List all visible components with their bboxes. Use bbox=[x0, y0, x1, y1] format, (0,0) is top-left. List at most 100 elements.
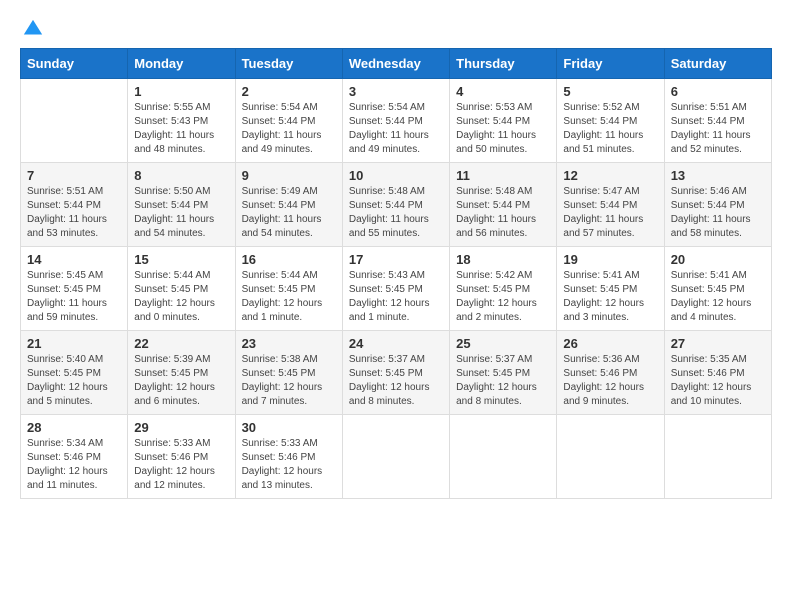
day-number: 2 bbox=[242, 84, 336, 99]
day-number: 7 bbox=[27, 168, 121, 183]
calendar-cell bbox=[557, 415, 664, 499]
calendar-cell: 15 Sunrise: 5:44 AMSunset: 5:45 PMDayligh… bbox=[128, 247, 235, 331]
day-detail: Sunrise: 5:54 AMSunset: 5:44 PMDaylight:… bbox=[349, 101, 443, 157]
logo-icon bbox=[22, 18, 44, 40]
day-detail: Sunrise: 5:42 AMSunset: 5:45 PMDaylight:… bbox=[456, 269, 550, 325]
day-number: 18 bbox=[456, 252, 550, 267]
weekday-header-saturday: Saturday bbox=[664, 49, 771, 79]
day-detail: Sunrise: 5:44 AMSunset: 5:45 PMDaylight:… bbox=[134, 269, 228, 325]
calendar-cell: 19 Sunrise: 5:41 AMSunset: 5:45 PMDayligh… bbox=[557, 247, 664, 331]
calendar-cell: 18 Sunrise: 5:42 AMSunset: 5:45 PMDayligh… bbox=[450, 247, 557, 331]
week-row-1: 1 Sunrise: 5:55 AMSunset: 5:43 PMDaylight… bbox=[21, 79, 772, 163]
day-number: 19 bbox=[563, 252, 657, 267]
calendar-cell: 3 Sunrise: 5:54 AMSunset: 5:44 PMDaylight… bbox=[342, 79, 449, 163]
calendar-cell bbox=[664, 415, 771, 499]
day-detail: Sunrise: 5:39 AMSunset: 5:45 PMDaylight:… bbox=[134, 353, 228, 409]
week-row-5: 28Sunrise: 5:34 AMSunset: 5:46 PMDayligh… bbox=[21, 415, 772, 499]
day-number: 16 bbox=[242, 252, 336, 267]
day-number: 3 bbox=[349, 84, 443, 99]
day-number: 10 bbox=[349, 168, 443, 183]
day-number: 25 bbox=[456, 336, 550, 351]
day-number: 17 bbox=[349, 252, 443, 267]
day-number: 26 bbox=[563, 336, 657, 351]
weekday-header-thursday: Thursday bbox=[450, 49, 557, 79]
calendar-cell bbox=[450, 415, 557, 499]
calendar-cell: 14 Sunrise: 5:45 AMSunset: 5:45 PMDayligh… bbox=[21, 247, 128, 331]
day-number: 6 bbox=[671, 84, 765, 99]
day-detail: Sunrise: 5:48 AMSunset: 5:44 PMDaylight:… bbox=[456, 185, 550, 241]
day-detail: Sunrise: 5:45 AMSunset: 5:45 PMDaylight:… bbox=[27, 269, 121, 325]
day-detail: Sunrise: 5:33 AMSunset: 5:46 PMDaylight:… bbox=[242, 437, 336, 493]
calendar-cell: 29 Sunrise: 5:33 AMSunset: 5:46 PMDayligh… bbox=[128, 415, 235, 499]
day-number: 8 bbox=[134, 168, 228, 183]
day-detail: Sunrise: 5:52 AMSunset: 5:44 PMDaylight:… bbox=[563, 101, 657, 157]
calendar-cell: 21 Sunrise: 5:40 AMSunset: 5:45 PMDayligh… bbox=[21, 331, 128, 415]
calendar-cell: 5Sunrise: 5:52 AMSunset: 5:44 PMDaylight… bbox=[557, 79, 664, 163]
calendar-cell: 17 Sunrise: 5:43 AMSunset: 5:45 PMDayligh… bbox=[342, 247, 449, 331]
calendar-cell: 4Sunrise: 5:53 AMSunset: 5:44 PMDaylight… bbox=[450, 79, 557, 163]
day-detail: Sunrise: 5:51 AMSunset: 5:44 PMDaylight:… bbox=[671, 101, 765, 157]
day-number: 28 bbox=[27, 420, 121, 435]
calendar-cell: 1 Sunrise: 5:55 AMSunset: 5:43 PMDaylight… bbox=[128, 79, 235, 163]
day-number: 30 bbox=[242, 420, 336, 435]
week-row-4: 21 Sunrise: 5:40 AMSunset: 5:45 PMDayligh… bbox=[21, 331, 772, 415]
day-number: 22 bbox=[134, 336, 228, 351]
calendar-cell: 20Sunrise: 5:41 AMSunset: 5:45 PMDayligh… bbox=[664, 247, 771, 331]
day-number: 14 bbox=[27, 252, 121, 267]
day-number: 13 bbox=[671, 168, 765, 183]
day-number: 27 bbox=[671, 336, 765, 351]
day-number: 21 bbox=[27, 336, 121, 351]
calendar-cell: 30 Sunrise: 5:33 AMSunset: 5:46 PMDayligh… bbox=[235, 415, 342, 499]
weekday-header-wednesday: Wednesday bbox=[342, 49, 449, 79]
day-detail: Sunrise: 5:36 AMSunset: 5:46 PMDaylight:… bbox=[563, 353, 657, 409]
calendar-cell bbox=[21, 79, 128, 163]
day-detail: Sunrise: 5:54 AMSunset: 5:44 PMDaylight:… bbox=[242, 101, 336, 157]
day-number: 15 bbox=[134, 252, 228, 267]
day-detail: Sunrise: 5:48 AMSunset: 5:44 PMDaylight:… bbox=[349, 185, 443, 241]
weekday-header-row: SundayMondayTuesdayWednesdayThursdayFrid… bbox=[21, 49, 772, 79]
day-detail: Sunrise: 5:49 AMSunset: 5:44 PMDaylight:… bbox=[242, 185, 336, 241]
day-detail: Sunrise: 5:41 AMSunset: 5:45 PMDaylight:… bbox=[563, 269, 657, 325]
calendar-cell: 27 Sunrise: 5:35 AMSunset: 5:46 PMDayligh… bbox=[664, 331, 771, 415]
day-number: 23 bbox=[242, 336, 336, 351]
day-detail: Sunrise: 5:47 AMSunset: 5:44 PMDaylight:… bbox=[563, 185, 657, 241]
day-detail: Sunrise: 5:40 AMSunset: 5:45 PMDaylight:… bbox=[27, 353, 121, 409]
calendar-table: SundayMondayTuesdayWednesdayThursdayFrid… bbox=[20, 48, 772, 499]
day-number: 20 bbox=[671, 252, 765, 267]
day-detail: Sunrise: 5:35 AMSunset: 5:46 PMDaylight:… bbox=[671, 353, 765, 409]
calendar-cell: 26 Sunrise: 5:36 AMSunset: 5:46 PMDayligh… bbox=[557, 331, 664, 415]
weekday-header-sunday: Sunday bbox=[21, 49, 128, 79]
header bbox=[20, 20, 772, 38]
calendar-cell: 25 Sunrise: 5:37 AMSunset: 5:45 PMDayligh… bbox=[450, 331, 557, 415]
day-detail: Sunrise: 5:55 AMSunset: 5:43 PMDaylight:… bbox=[134, 101, 228, 157]
calendar-cell: 2 Sunrise: 5:54 AMSunset: 5:44 PMDaylight… bbox=[235, 79, 342, 163]
day-number: 29 bbox=[134, 420, 228, 435]
weekday-header-monday: Monday bbox=[128, 49, 235, 79]
week-row-2: 7Sunrise: 5:51 AMSunset: 5:44 PMDaylight… bbox=[21, 163, 772, 247]
day-detail: Sunrise: 5:37 AMSunset: 5:45 PMDaylight:… bbox=[349, 353, 443, 409]
calendar-cell bbox=[342, 415, 449, 499]
weekday-header-friday: Friday bbox=[557, 49, 664, 79]
calendar-cell: 16Sunrise: 5:44 AMSunset: 5:45 PMDayligh… bbox=[235, 247, 342, 331]
day-number: 12 bbox=[563, 168, 657, 183]
day-detail: Sunrise: 5:38 AMSunset: 5:45 PMDaylight:… bbox=[242, 353, 336, 409]
day-number: 9 bbox=[242, 168, 336, 183]
calendar-cell: 13Sunrise: 5:46 AMSunset: 5:44 PMDayligh… bbox=[664, 163, 771, 247]
day-detail: Sunrise: 5:43 AMSunset: 5:45 PMDaylight:… bbox=[349, 269, 443, 325]
day-detail: Sunrise: 5:37 AMSunset: 5:45 PMDaylight:… bbox=[456, 353, 550, 409]
calendar-cell: 10 Sunrise: 5:48 AMSunset: 5:44 PMDayligh… bbox=[342, 163, 449, 247]
calendar-cell: 11 Sunrise: 5:48 AMSunset: 5:44 PMDayligh… bbox=[450, 163, 557, 247]
day-detail: Sunrise: 5:33 AMSunset: 5:46 PMDaylight:… bbox=[134, 437, 228, 493]
calendar-cell: 28Sunrise: 5:34 AMSunset: 5:46 PMDayligh… bbox=[21, 415, 128, 499]
calendar-cell: 8Sunrise: 5:50 AMSunset: 5:44 PMDaylight… bbox=[128, 163, 235, 247]
calendar-cell: 9 Sunrise: 5:49 AMSunset: 5:44 PMDaylight… bbox=[235, 163, 342, 247]
day-number: 24 bbox=[349, 336, 443, 351]
logo bbox=[20, 20, 44, 38]
calendar-cell: 6 Sunrise: 5:51 AMSunset: 5:44 PMDaylight… bbox=[664, 79, 771, 163]
calendar-cell: 12 Sunrise: 5:47 AMSunset: 5:44 PMDayligh… bbox=[557, 163, 664, 247]
weekday-header-tuesday: Tuesday bbox=[235, 49, 342, 79]
day-number: 11 bbox=[456, 168, 550, 183]
calendar-cell: 24 Sunrise: 5:37 AMSunset: 5:45 PMDayligh… bbox=[342, 331, 449, 415]
calendar-cell: 7Sunrise: 5:51 AMSunset: 5:44 PMDaylight… bbox=[21, 163, 128, 247]
day-number: 1 bbox=[134, 84, 228, 99]
